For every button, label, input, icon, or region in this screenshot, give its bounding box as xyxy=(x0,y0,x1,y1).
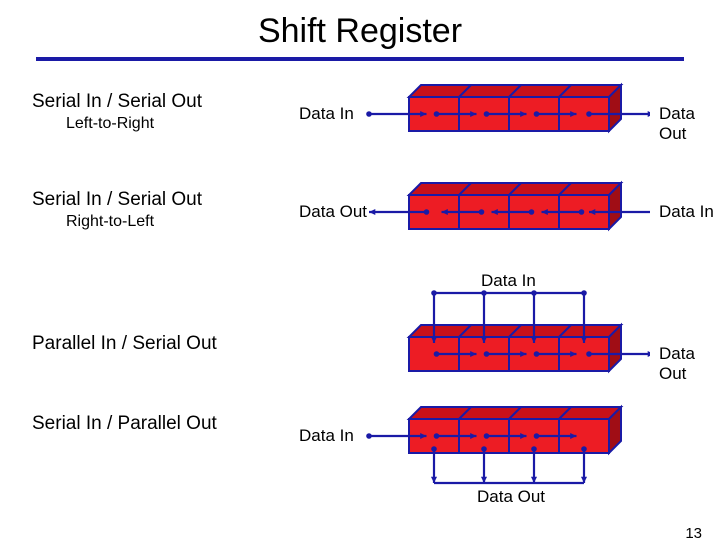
top-port-label: Data In xyxy=(481,271,536,291)
register-block xyxy=(320,397,650,492)
row-sub-label: Left-to-Right xyxy=(66,115,154,133)
title-underline xyxy=(36,57,684,61)
left-port-label: Data In xyxy=(299,104,354,124)
register-block xyxy=(320,289,650,384)
page-title: Shift Register xyxy=(0,12,720,51)
bottom-port-label: Data Out xyxy=(477,487,545,507)
right-port-label: Data In xyxy=(659,202,714,222)
register-row: Serial In / Serial Out Right-to-Left Data … xyxy=(0,173,720,271)
left-port-label: Data Out xyxy=(299,202,367,222)
register-row: Serial In / Parallel Out Data In Data Out xyxy=(0,397,720,517)
register-block xyxy=(320,173,650,268)
register-row: Parallel In / Serial OutData OutData In xyxy=(0,289,720,397)
row-main-label: Serial In / Serial Out xyxy=(32,91,202,113)
row-main-label: Serial In / Serial Out xyxy=(32,189,202,211)
register-row: Serial In / Serial Out Left-to-Right Data … xyxy=(0,75,720,173)
register-block xyxy=(320,75,650,170)
row-sub-label: Right-to-Left xyxy=(66,213,154,231)
left-port-label: Data In xyxy=(299,426,354,446)
row-main-label: Serial In / Parallel Out xyxy=(32,413,217,435)
row-main-label: Parallel In / Serial Out xyxy=(32,333,217,355)
right-port-label: Data Out xyxy=(659,344,720,384)
page-number: 13 xyxy=(685,525,702,542)
right-port-label: Data Out xyxy=(659,104,720,144)
